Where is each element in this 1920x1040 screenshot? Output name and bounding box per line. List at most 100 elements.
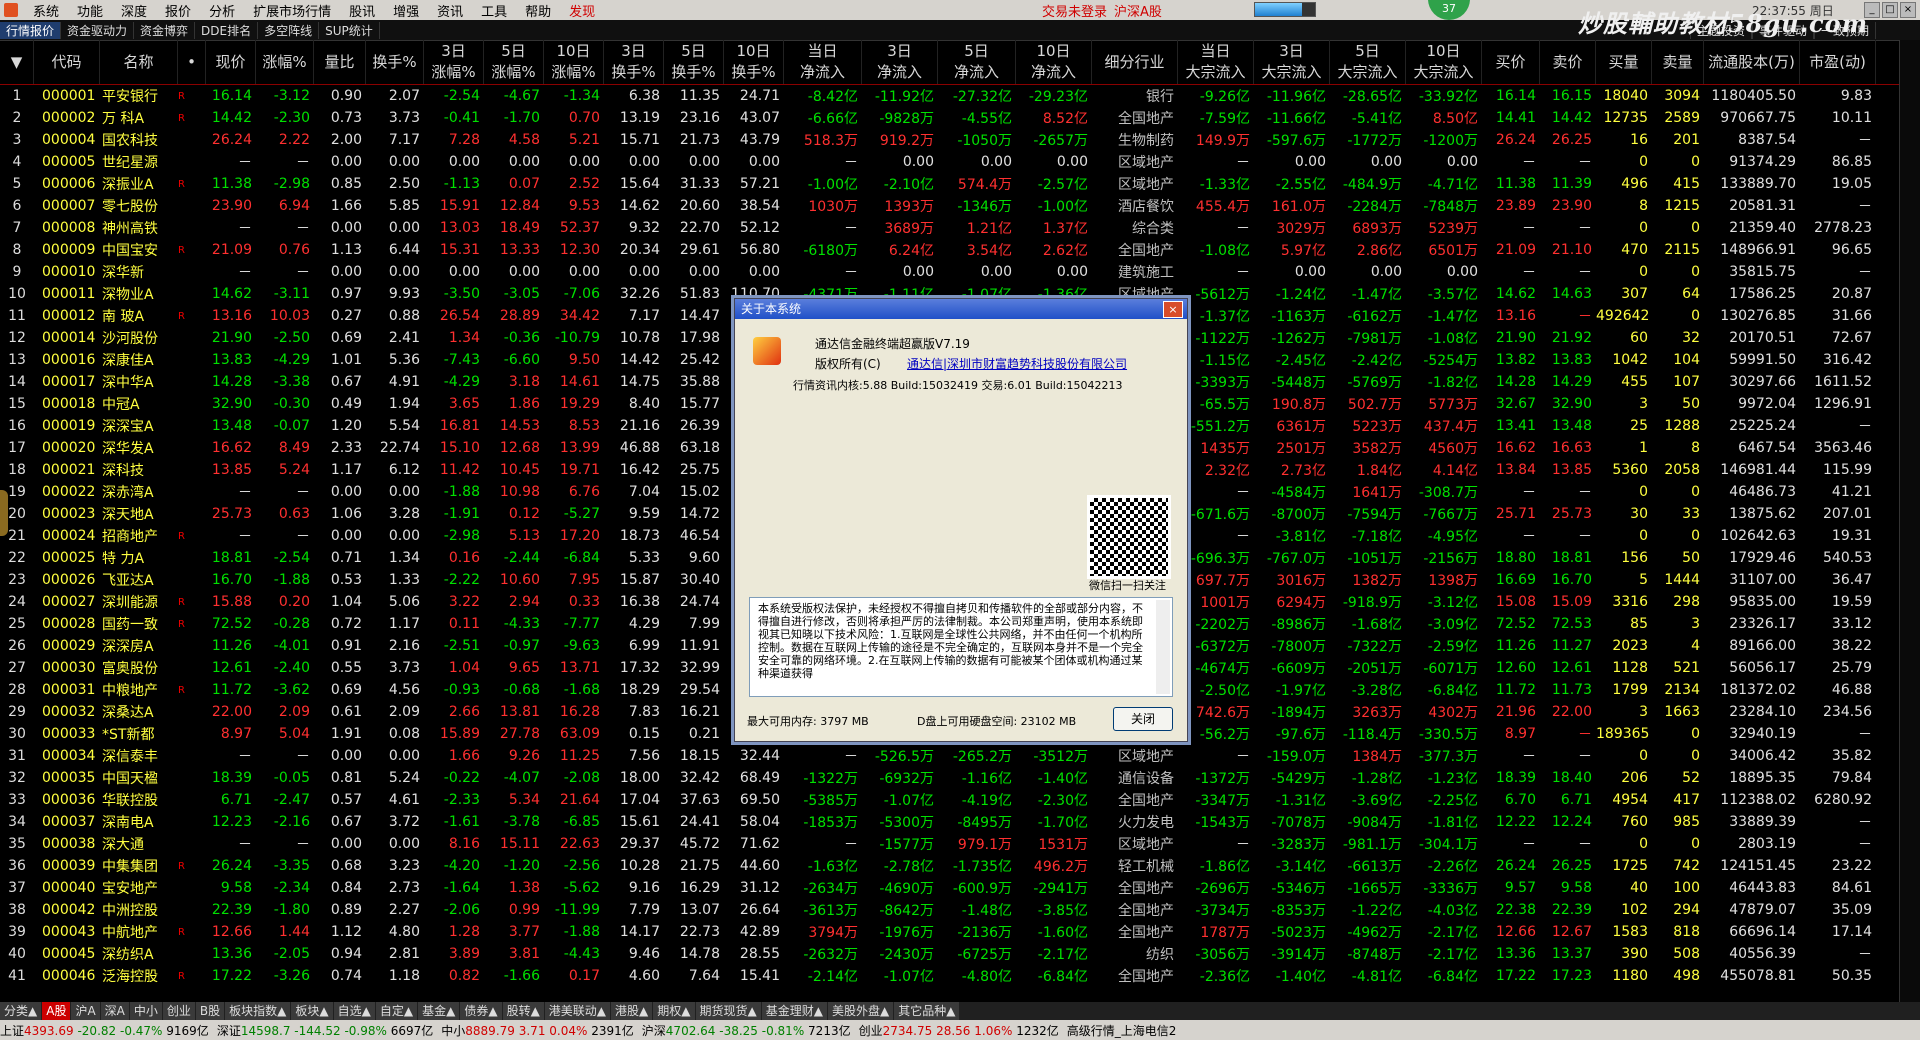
market-tab[interactable]: 港美联动▲ (544, 1002, 611, 1020)
table-row[interactable]: 7 000008 神州高铁 － － 0.00 0.00 13.03 18.49 52.37 9.32… (0, 217, 1900, 239)
table-row[interactable]: 38 000042 中洲控股 22.39 -1.80 0.89 2.27 -2.06 0.99-… (0, 899, 1900, 921)
market-tab[interactable]: 板块指数▲ (225, 1002, 291, 1020)
market-tab[interactable]: 自选▲ (333, 1002, 375, 1020)
index-sh[interactable]: 上证4393.69 -20.82 -0.47% 9169亿 (0, 1022, 209, 1039)
column-header[interactable]: 10日 换手% (724, 40, 784, 84)
table-row[interactable]: 9 000010 深华新 － － 0.00 0.00 0.00 0.00 0.00 0.00 0.00… (0, 261, 1900, 283)
market-tab[interactable]: 股转▲ (502, 1002, 544, 1020)
menu-item[interactable]: 资讯 (428, 1, 472, 20)
column-header[interactable]: 5日 大宗流入 (1330, 40, 1406, 84)
menu-item[interactable]: 扩展市场行情 (244, 1, 340, 20)
table-row[interactable]: 39 000043 中航地产 R 12.66 1.44 1.12 4.80 1.28 3.77 -1… (0, 921, 1900, 943)
market-tab[interactable]: 沪A (71, 1002, 100, 1020)
menu-item[interactable]: 深度 (112, 1, 156, 20)
sub-tab[interactable]: 资金博弈 (134, 21, 196, 39)
menu-item[interactable]: 股讯 (340, 1, 384, 20)
column-header[interactable]: • (178, 40, 206, 84)
market-tab[interactable]: 其它品种▲ (894, 1002, 960, 1020)
column-header[interactable]: 代码 (34, 40, 100, 84)
table-row[interactable]: 4 000005 世纪星源 － － 0.00 0.00 0.00 0.00 0.00 0.00 0.0… (0, 151, 1900, 173)
sub-tab[interactable]: 行情报价 (0, 21, 62, 39)
dialog-close-button[interactable]: 关闭 (1113, 707, 1173, 731)
table-row[interactable]: 3 000004 国农科技 26.24 2.22 2.00 7.17 7.28 4.58 5.21… (0, 129, 1900, 151)
column-header[interactable]: 10日 大宗流入 (1406, 40, 1482, 84)
table-row[interactable]: 36 000039 中集集团 R 26.24 -3.35 0.68 3.23 -4.20 -1.2… (0, 855, 1900, 877)
column-header[interactable]: 涨幅% (256, 40, 314, 84)
index-cy[interactable]: 创业2734.75 28.56 1.06% 1232亿 (859, 1022, 1059, 1039)
menu-item[interactable]: 分析 (200, 1, 244, 20)
legal-notice[interactable]: 本系统受版权法保护，未经授权不得擅自拷贝和传播软件的全部或部分内容，不得擅自进行… (749, 597, 1173, 697)
menu-item[interactable]: 工具 (472, 1, 516, 20)
table-row[interactable]: 33 000036 华联控股 6.71 -2.47 0.57 4.61 -2.33 5.34 21… (0, 789, 1900, 811)
menu-discover[interactable]: 发现 (560, 1, 604, 20)
notice-scrollbar[interactable] (1156, 600, 1170, 694)
menu-item[interactable]: 系统 (24, 1, 68, 20)
table-row[interactable]: 32 000035 中国天楹 18.39 -0.05 0.81 5.24 -0.22 -4.07… (0, 767, 1900, 789)
market-tab[interactable]: A股 (42, 1002, 71, 1020)
table-row[interactable]: 37 000040 宝安地产 9.58 -2.34 0.84 2.73 -1.64 1.38 -5… (0, 877, 1900, 899)
column-header[interactable]: 3日 换手% (604, 40, 664, 84)
close-icon[interactable]: × (1900, 2, 1916, 18)
sub-tab[interactable]: 资金驱动力 (61, 21, 135, 39)
column-header[interactable]: 现价 (206, 40, 256, 84)
sub-tab[interactable]: DDE排名 (195, 21, 259, 39)
column-header[interactable]: 10日 净流入 (1016, 40, 1092, 84)
column-header[interactable]: 当日 净流入 (784, 40, 862, 84)
column-header[interactable]: 当日 大宗流入 (1178, 40, 1254, 84)
column-header[interactable]: 量比 (314, 40, 366, 84)
market-tab[interactable]: 创业 (162, 1002, 195, 1020)
menu-item[interactable]: 帮助 (516, 1, 560, 20)
column-header[interactable]: 名称 (100, 40, 178, 84)
column-header[interactable]: 买价 (1482, 40, 1540, 84)
index-hs[interactable]: 沪深4702.64 -38.25 -0.81% 7213亿 (642, 1022, 851, 1039)
table-row[interactable]: 2 000002 万 科A R 14.42 -2.30 0.73 3.73 -0.41 -1.70… (0, 107, 1900, 129)
table-row[interactable]: 40 000045 深纺织A 13.36 -2.05 0.94 2.81 3.89 3.81 -4… (0, 943, 1900, 965)
market-tab[interactable]: 港股▲ (611, 1002, 653, 1020)
column-header[interactable]: 卖价 (1540, 40, 1596, 84)
market-tab[interactable]: 基金▲ (418, 1002, 460, 1020)
menu-item[interactable]: 增强 (384, 1, 428, 20)
table-row[interactable]: 8 000009 中国宝安 R 21.09 0.76 1.13 6.44 15.31 13.33 1… (0, 239, 1900, 261)
column-header[interactable]: 流通股本(万) (1704, 40, 1800, 84)
column-header[interactable]: 3日 净流入 (862, 40, 938, 84)
column-header[interactable]: 3日 大宗流入 (1254, 40, 1330, 84)
market-tab[interactable]: 期权▲ (653, 1002, 695, 1020)
market-tab[interactable]: 板块▲ (291, 1002, 333, 1020)
notification-badge[interactable]: 37 (1428, 0, 1470, 20)
table-row[interactable]: 41 000046 泛海控股 R 17.22 -3.26 0.74 1.18 0.82 -1.66… (0, 965, 1900, 987)
column-header[interactable]: 5日 净流入 (938, 40, 1016, 84)
column-header[interactable]: 细分行业 (1092, 40, 1178, 84)
column-header[interactable]: 10日 涨幅% (544, 40, 604, 84)
column-header[interactable]: 卖量 (1652, 40, 1704, 84)
index-sz[interactable]: 深证14598.7 -144.52 -0.98% 6697亿 (217, 1022, 433, 1039)
sub-tab[interactable]: SUP统计 (319, 21, 380, 39)
column-header[interactable]: 买量 (1596, 40, 1652, 84)
vertical-scrollbar[interactable] (1899, 40, 1920, 1012)
market-tab[interactable]: 自定▲ (375, 1002, 418, 1020)
market-tab[interactable]: 分类▲ (0, 1002, 42, 1020)
column-header[interactable]: 5日 涨幅% (484, 40, 544, 84)
menu-item[interactable]: 报价 (156, 1, 200, 20)
dialog-close-icon[interactable]: × (1163, 301, 1183, 318)
maximize-icon[interactable]: □ (1882, 2, 1898, 18)
market-tab[interactable]: 中小 (129, 1002, 162, 1020)
column-header[interactable]: 3日 涨幅% (424, 40, 484, 84)
market-tab[interactable]: 期货现货▲ (695, 1002, 761, 1020)
column-header[interactable]: 换手% (366, 40, 424, 84)
table-row[interactable]: 31 000034 深信泰丰 － － 0.00 0.00 1.66 9.26 11.25 7.56 1… (0, 745, 1900, 767)
dialog-title-bar[interactable]: 关于本系统 × (735, 299, 1187, 319)
login-status[interactable]: 交易未登录 (1042, 1, 1107, 20)
column-header[interactable]: 市盈(动) (1800, 40, 1876, 84)
market-tab[interactable]: 深A (100, 1002, 129, 1020)
market-tab[interactable]: 美股外盘▲ (827, 1002, 894, 1020)
side-panel-handle[interactable] (0, 490, 8, 536)
table-row[interactable]: 1 000001 平安银行 R 16.14 -3.12 0.90 2.07 -2.54 -4.67… (0, 85, 1900, 107)
column-header[interactable]: ▼ (0, 40, 34, 84)
index-zx[interactable]: 中小8889.79 3.71 0.04% 2391亿 (441, 1022, 634, 1039)
market-tab[interactable]: 债券▲ (460, 1002, 502, 1020)
table-row[interactable]: 6 000007 零七股份 23.90 6.94 1.66 5.85 15.91 12.84 9.… (0, 195, 1900, 217)
table-row[interactable]: 5 000006 深振业A R 11.38 -2.98 0.85 2.50 -1.13 0.07 2… (0, 173, 1900, 195)
market-tab[interactable]: B股 (195, 1002, 225, 1020)
table-row[interactable]: 34 000037 深南电A 12.23 -2.16 0.67 3.72 -1.61 -3.78… (0, 811, 1900, 833)
market-tab[interactable]: 基金理财▲ (761, 1002, 827, 1020)
